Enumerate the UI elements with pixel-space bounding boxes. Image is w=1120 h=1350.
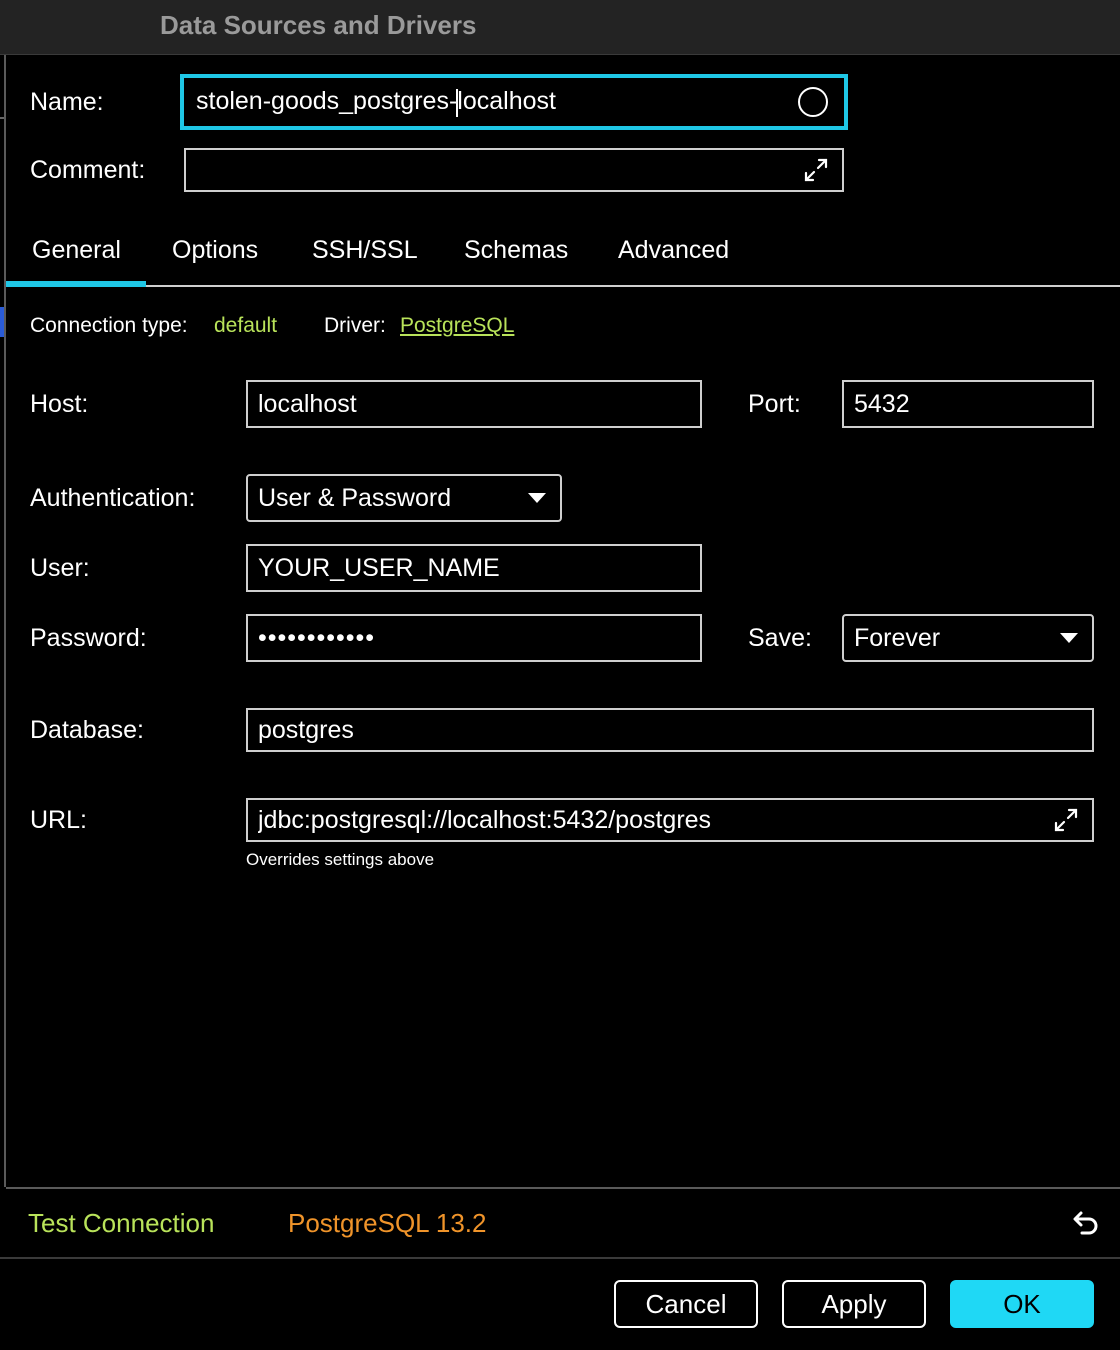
save-value: Forever (854, 623, 941, 652)
connection-type-label: Connection type: (30, 314, 188, 337)
window-title: Data Sources and Drivers (160, 10, 477, 40)
name-input[interactable]: stolen-goods_postgres-localhost (180, 74, 848, 130)
title-bar: Data Sources and Drivers (0, 0, 1120, 55)
expand-icon[interactable] (802, 156, 830, 184)
comment-input[interactable] (184, 148, 844, 192)
driver-link[interactable]: PostgreSQL (400, 314, 514, 338)
edge-selection-mark (0, 307, 4, 337)
url-hint: Overrides settings above (246, 850, 435, 869)
authentication-value: User & Password (258, 483, 452, 512)
dropdown-arrow-icon (1060, 633, 1078, 643)
active-tab-indicator (6, 281, 146, 287)
name-label: Name: (30, 88, 104, 116)
apply-button[interactable]: Apply (782, 1280, 926, 1328)
host-label: Host: (30, 390, 89, 418)
footer-divider (6, 1187, 1120, 1189)
tab-advanced[interactable]: Advanced (618, 236, 729, 265)
name-value-end: localhost (457, 87, 556, 116)
name-value-start: stolen-goods_postgres- (196, 87, 458, 116)
database-input[interactable]: postgres (246, 708, 1094, 752)
user-value: YOUR_USER_NAME (258, 553, 500, 582)
dropdown-arrow-icon (528, 493, 546, 503)
tab-bar: General Options SSH/SSL Schemas Advanced (6, 228, 1120, 287)
database-value: postgres (258, 715, 354, 744)
user-label: User: (30, 554, 90, 582)
test-connection-link[interactable]: Test Connection (28, 1208, 214, 1239)
left-window-edge (0, 55, 6, 1187)
port-label: Port: (748, 390, 801, 418)
user-input[interactable]: YOUR_USER_NAME (246, 544, 702, 592)
edge-mark (0, 117, 4, 119)
password-value: •••••••••••• (258, 623, 376, 652)
comment-label: Comment: (30, 156, 146, 184)
cancel-button[interactable]: Cancel (614, 1280, 758, 1328)
database-label: Database: (30, 716, 144, 744)
authentication-label: Authentication: (30, 484, 196, 512)
tab-schemas[interactable]: Schemas (464, 236, 568, 265)
driver-label: Driver: (324, 314, 386, 337)
port-value: 5432 (854, 389, 910, 418)
host-value: localhost (258, 389, 357, 418)
tab-options[interactable]: Options (172, 236, 258, 265)
url-label: URL: (30, 806, 87, 834)
button-bar-divider (0, 1257, 1120, 1259)
tab-ssh-ssl[interactable]: SSH/SSL (312, 236, 418, 265)
host-input[interactable]: localhost (246, 380, 702, 428)
save-select[interactable]: Forever (842, 614, 1094, 662)
undo-icon[interactable] (1068, 1206, 1102, 1240)
driver-version-text: PostgreSQL 13.2 (288, 1208, 487, 1238)
password-label: Password: (30, 624, 147, 652)
tab-general[interactable]: General (32, 236, 121, 265)
expand-icon[interactable] (1052, 806, 1080, 834)
password-input[interactable]: •••••••••••• (246, 614, 702, 662)
port-input[interactable]: 5432 (842, 380, 1094, 428)
ok-button[interactable]: OK (950, 1280, 1094, 1328)
clear-circle-icon[interactable] (798, 87, 828, 117)
connection-type-value[interactable]: default (214, 314, 277, 338)
save-label: Save: (748, 624, 812, 652)
url-value: jdbc:postgresql://localhost:5432/postgre… (258, 805, 712, 834)
authentication-select[interactable]: User & Password (246, 474, 562, 522)
url-input[interactable]: jdbc:postgresql://localhost:5432/postgre… (246, 798, 1094, 842)
